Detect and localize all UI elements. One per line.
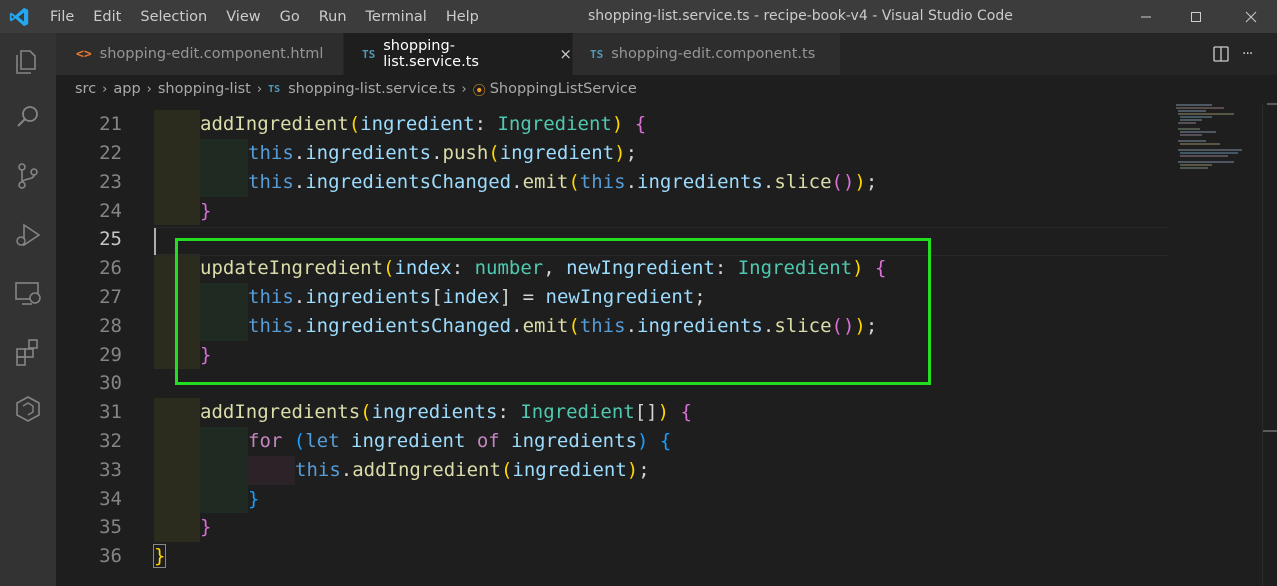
chevron-right-icon: ›: [146, 81, 152, 97]
title-bar: File Edit Selection View Go Run Terminal…: [0, 0, 1277, 33]
code-line: addIngredients(ingredients: Ingredient[]…: [200, 401, 692, 423]
line-number: 28: [99, 315, 122, 337]
scroll-position-marker: [1267, 103, 1277, 105]
indent-guide: [248, 456, 295, 485]
code-editor[interactable]: 21 22 23 24 25 26 27 28 29 30 31 32 33 3…: [56, 103, 1277, 586]
close-icon: [1245, 11, 1257, 22]
indent-guide: [154, 398, 200, 542]
line-number: 36: [99, 545, 122, 567]
code-line: this.ingredients.push(ingredient);: [248, 142, 638, 164]
close-window-button[interactable]: [1228, 0, 1274, 33]
line-number: 31: [99, 401, 122, 423]
code-line: }: [248, 488, 260, 510]
line-number: 26: [99, 257, 122, 279]
maximize-icon: [1191, 11, 1201, 22]
ts-file-icon: TS: [590, 47, 604, 61]
tab-label: shopping-edit.component.html: [99, 46, 324, 62]
annotation-highlight-box: [175, 238, 931, 385]
remote-explorer-icon[interactable]: [12, 277, 44, 309]
chevron-right-icon: ›: [461, 81, 467, 97]
search-icon[interactable]: [12, 101, 44, 133]
breadcrumb: src › app › shopping-list › TS shopping-…: [56, 75, 1277, 103]
breadcrumb-item-app[interactable]: app: [113, 81, 140, 97]
tab-shopping-edit-ts[interactable]: TS shopping-edit.component.ts: [573, 33, 841, 75]
breadcrumb-item-shopping-list[interactable]: shopping-list: [158, 81, 251, 97]
angular-icon[interactable]: [12, 393, 44, 425]
code-line: this.ingredientsChanged.emit(this.ingred…: [248, 171, 878, 193]
more-actions-icon[interactable]: ···: [1242, 46, 1253, 62]
line-number: 34: [99, 488, 122, 510]
line-number: 32: [99, 430, 122, 452]
tab-actions: ···: [1212, 33, 1253, 75]
ts-file-icon: TS: [362, 47, 376, 61]
line-number: 24: [99, 200, 122, 222]
tab-label: shopping-edit.component.ts: [611, 46, 816, 62]
code-line: this.addIngredient(ingredient);: [295, 459, 650, 481]
chevron-right-icon: ›: [256, 81, 263, 97]
line-number: 35: [99, 516, 122, 538]
vscode-logo-icon: [9, 7, 29, 27]
breadcrumb-item-file[interactable]: shopping-list.service.ts: [288, 81, 455, 97]
indent-guide: [200, 427, 248, 513]
chevron-right-icon: ›: [102, 81, 108, 97]
minimize-icon: [1141, 16, 1151, 17]
html-file-icon: <>: [76, 46, 92, 62]
tab-label: shopping-list.service.ts: [383, 38, 479, 70]
scroll-marker: [1263, 430, 1277, 432]
ts-file-icon: TS: [268, 83, 281, 95]
code-line: }: [200, 200, 212, 222]
menu-go[interactable]: Go: [270, 9, 309, 25]
tab-shopping-edit-html[interactable]: <> shopping-edit.component.html: [56, 33, 344, 75]
source-control-icon[interactable]: [12, 160, 44, 192]
line-number: 33: [99, 459, 122, 481]
class-symbol-icon: ⦿: [472, 83, 486, 99]
menu-file[interactable]: File: [40, 9, 83, 25]
indent-guide: [200, 139, 248, 197]
code-line: addIngredient(ingredient: Ingredient) {: [200, 113, 647, 135]
menu-run[interactable]: Run: [309, 9, 356, 25]
split-editor-icon[interactable]: [1212, 45, 1230, 63]
extensions-icon[interactable]: [12, 336, 44, 368]
menu-view[interactable]: View: [216, 9, 269, 25]
indent-guide: [154, 110, 200, 225]
menu-bar: File Edit Selection View Go Run Terminal…: [40, 0, 488, 33]
minimize-button[interactable]: [1123, 0, 1169, 33]
line-number: 29: [99, 344, 122, 366]
menu-selection[interactable]: Selection: [130, 9, 216, 25]
line-number: 21: [99, 113, 122, 135]
menu-help[interactable]: Help: [436, 9, 488, 25]
code-line: }: [152, 544, 167, 568]
line-number: 23: [99, 171, 122, 193]
explorer-icon[interactable]: [12, 45, 44, 77]
line-number: 22: [99, 142, 122, 164]
activity-bar: [0, 33, 56, 586]
menu-edit[interactable]: Edit: [83, 9, 130, 25]
line-number-current: 25: [99, 228, 122, 250]
run-debug-icon[interactable]: [12, 219, 44, 251]
maximize-button[interactable]: [1173, 0, 1219, 33]
code-line: }: [200, 516, 212, 538]
minimap[interactable]: [1172, 103, 1262, 586]
code-line: for (let ingredient of ingredients) {: [248, 430, 672, 452]
tab-shopping-list-service[interactable]: TS shopping-list.service.ts ×: [344, 33, 573, 75]
breadcrumb-item-src[interactable]: src: [75, 81, 96, 97]
text-cursor: [154, 228, 156, 255]
window-title: shopping-list.service.ts - recipe-book-v…: [588, 8, 1013, 24]
breadcrumb-item-class[interactable]: ShoppingListService: [490, 81, 637, 97]
menu-terminal[interactable]: Terminal: [356, 9, 436, 25]
line-number: 30: [99, 372, 122, 394]
close-tab-icon[interactable]: ×: [559, 45, 572, 63]
vertical-scrollbar[interactable]: [1262, 103, 1277, 586]
editor-tab-bar: <> shopping-edit.component.html TS shopp…: [56, 33, 1277, 75]
line-number: 27: [99, 286, 122, 308]
line-number-gutter: 21 22 23 24 25 26 27 28 29 30 31 32 33 3…: [56, 103, 126, 586]
